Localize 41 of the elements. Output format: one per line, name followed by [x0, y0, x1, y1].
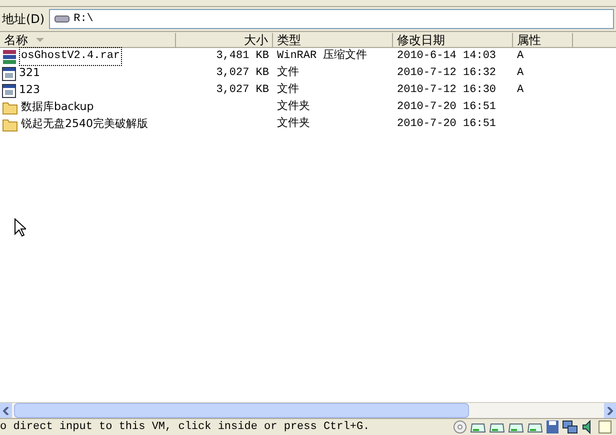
file-name[interactable]: 321 [17, 64, 42, 83]
table-cell: 2010-6-14 14:03 [397, 50, 496, 62]
table-cell: 3,027 KB [216, 84, 269, 96]
file-name[interactable]: 锐起无盘2540完美破解版 [19, 115, 150, 134]
mouse-pointer-icon [14, 218, 26, 237]
folder-icon [2, 118, 18, 132]
table-cell: 文件 [277, 84, 299, 96]
column-header[interactable]: 修改日期 [393, 33, 513, 47]
table-cell: 3,481 KB [216, 50, 269, 62]
table-cell: A [517, 50, 524, 62]
disc-icon [453, 420, 467, 434]
table-cell: WinRAR 压缩文件 [277, 50, 368, 62]
column-header[interactable]: 大小 [176, 33, 273, 47]
file-name[interactable]: 123 [17, 81, 42, 100]
file-name[interactable]: 数据库backup [19, 98, 96, 117]
horizontal-scrollbar[interactable] [0, 402, 616, 418]
scroll-right-button[interactable] [604, 403, 616, 418]
network-icon [562, 420, 578, 434]
drive-icon [54, 14, 70, 24]
column-header[interactable]: 类型 [273, 33, 393, 47]
address-label: 地址(D) [2, 11, 45, 28]
table-cell: 文件夹 [277, 101, 310, 114]
books-stack-icon [2, 48, 18, 64]
table-cell: 文件 [277, 67, 299, 80]
table-cell: 2010-7-12 16:30 [397, 84, 496, 96]
table-cell: 2010-7-20 16:51 [397, 118, 496, 130]
folder-icon [2, 100, 18, 114]
table-cell: 2010-7-20 16:51 [397, 101, 496, 114]
address-field[interactable]: R:\ [48, 9, 614, 29]
status-message: o direct input to this VM, click inside or press Ctrl+G. [0, 420, 371, 435]
table-cell: A [517, 84, 524, 96]
table-cell: A [517, 67, 524, 80]
table-cell: 文件夹 [277, 118, 310, 130]
scroll-thumb[interactable] [14, 403, 469, 418]
scroll-left-button[interactable] [0, 403, 12, 418]
file-name[interactable]: osGhostV2.4.rar [19, 47, 122, 66]
column-header[interactable]: 名称 [0, 33, 176, 47]
column-header[interactable]: 属性 [513, 33, 573, 47]
table-cell: 3,027 KB [216, 67, 269, 80]
table-cell: 2010-7-12 16:32 [397, 67, 496, 80]
note-icon [598, 420, 612, 434]
